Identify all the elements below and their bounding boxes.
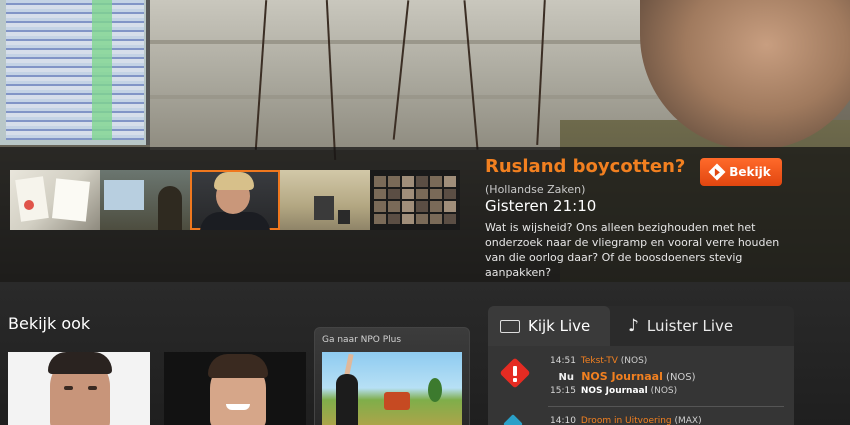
program-channel: (NOS) xyxy=(620,356,648,366)
see-also-card-2[interactable] xyxy=(164,352,306,425)
program-title: Tekst-TV xyxy=(580,356,618,366)
program-channel: (NOS) xyxy=(650,386,678,396)
npo-plus-thumbnail[interactable] xyxy=(322,352,462,425)
featured-title[interactable]: Rusland boycotten? xyxy=(485,156,685,177)
program-time-now: Nu xyxy=(558,372,575,383)
npo-plus-label[interactable]: Ga naar NPO Plus xyxy=(322,335,401,345)
see-also-card-1[interactable] xyxy=(8,352,150,425)
tv-icon xyxy=(500,319,520,333)
program-time: 14:51 xyxy=(550,356,576,366)
program-time: 14:10 xyxy=(550,416,576,425)
thumbnail-2[interactable] xyxy=(100,170,190,230)
featured-thumbnail-strip xyxy=(10,170,460,230)
program-time: 15:15 xyxy=(550,386,576,396)
watch-button[interactable]: Bekijk xyxy=(700,158,782,186)
thumbnail-5[interactable] xyxy=(370,170,460,230)
featured-time: Gisteren 21:10 xyxy=(485,197,597,215)
thumbnail-3-active[interactable] xyxy=(190,170,280,230)
featured-source: (Hollandse Zaken) xyxy=(485,183,586,196)
program-channel: (MAX) xyxy=(674,416,702,425)
featured-description: Wat is wijsheid? Ons alleen bezighouden … xyxy=(485,221,780,279)
tab-luister-live[interactable]: ♪ Luister Live xyxy=(612,306,794,346)
program-channel: (NOS) xyxy=(666,372,696,383)
tab-luister-live-label: Luister Live xyxy=(646,317,734,335)
see-also-title: Bekijk ook xyxy=(8,314,91,333)
tab-kijk-live[interactable]: Kijk Live xyxy=(488,306,610,346)
thumbnail-4[interactable] xyxy=(280,170,370,230)
nos-exclamation-icon[interactable] xyxy=(499,357,531,389)
tab-kijk-live-label: Kijk Live xyxy=(528,317,591,335)
program-title: NOS Journaal xyxy=(581,370,663,383)
thumbnail-1[interactable] xyxy=(10,170,100,230)
channel-divider xyxy=(548,406,784,407)
program-title: Droom in Uitvoering xyxy=(580,416,672,425)
hero-monitor xyxy=(0,0,150,145)
program-row[interactable]: 14:10 Droom in Uitvoering (MAX) xyxy=(550,416,702,425)
watch-button-label: Bekijk xyxy=(729,165,771,179)
program-title: NOS Journaal xyxy=(580,386,648,396)
program-row[interactable]: 14:51 Tekst-TV (NOS) xyxy=(550,356,647,366)
music-note-icon: ♪ xyxy=(628,316,639,336)
program-row[interactable]: 15:15 NOS Journaal (NOS) xyxy=(550,386,677,396)
play-icon xyxy=(708,163,726,181)
program-row-now[interactable]: Nu NOS Journaal (NOS) xyxy=(550,370,696,383)
